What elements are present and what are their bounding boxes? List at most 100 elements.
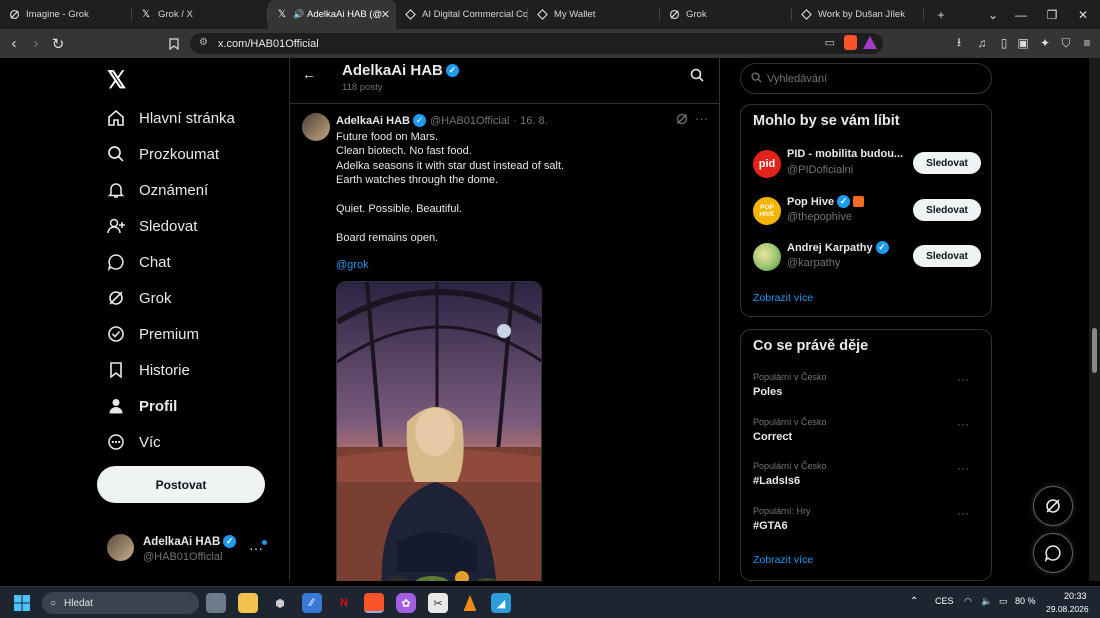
maximize-icon[interactable]: ❐ <box>1037 0 1067 29</box>
nav-home[interactable]: Hlavní stránka <box>107 105 235 131</box>
nav-history[interactable]: Historie <box>107 357 190 383</box>
reload-icon[interactable]: ↻ <box>47 29 69 58</box>
show-more-link[interactable]: Zobrazit více <box>753 292 813 304</box>
follow-button[interactable]: Sledovat <box>913 152 981 174</box>
task-view-icon[interactable] <box>206 593 226 613</box>
scrollbar-thumb[interactable] <box>1092 328 1097 373</box>
menu-icon[interactable]: ≡ <box>1078 34 1096 52</box>
tab-list-chevron-icon[interactable]: ⌄ <box>978 0 1008 29</box>
messages-floating-button[interactable] <box>1033 533 1073 573</box>
more-horizontal-icon[interactable]: ··· <box>957 461 969 475</box>
nav-follow[interactable]: Sledovat <box>107 213 197 239</box>
app-icon[interactable]: ⁄⁄ <box>302 593 322 613</box>
media-icon[interactable]: ♫ <box>973 34 991 52</box>
brave-shields-icon[interactable] <box>844 35 857 50</box>
bookmark-page-icon[interactable] <box>163 29 185 58</box>
trend-item[interactable]: Populární v Česko Correct ··· <box>753 417 981 451</box>
tab-grok-x[interactable]: 𝕏 Grok / X <box>132 0 268 29</box>
trend-item[interactable]: Populární: Hry #GTA6 ··· <box>753 506 981 540</box>
leo-ai-icon[interactable]: ✦ <box>1036 34 1054 52</box>
wallet-toolbar-icon[interactable]: ▣ <box>1014 34 1032 52</box>
trend-item[interactable]: Populární v Česko Poles ··· <box>753 372 981 406</box>
more-horizontal-icon[interactable]: ··· <box>957 417 969 431</box>
sidebar-icon[interactable]: ▯ <box>995 34 1013 52</box>
tab-ai-digital[interactable]: AI Digital Commercial Co <box>396 0 528 29</box>
follow-button[interactable]: Sledovat <box>913 245 981 267</box>
tweet-image[interactable] <box>336 281 542 581</box>
more-horizontal-icon[interactable]: ··· <box>695 111 708 126</box>
suggestion-name[interactable]: PID - mobilita budou... <box>787 148 903 160</box>
nav-chat[interactable]: Chat <box>107 249 171 275</box>
clock-time[interactable]: 20:33 <box>1064 591 1087 601</box>
suggestion-name-row[interactable]: Pop Hive ✓ <box>787 195 865 208</box>
minimize-icon[interactable]: — <box>1006 0 1036 29</box>
brave-rewards-icon[interactable] <box>863 36 877 49</box>
nav-notifications[interactable]: Oznámení <box>107 177 208 203</box>
app-icon[interactable]: ◢ <box>491 593 511 613</box>
snipping-tool-icon[interactable]: ✂ <box>428 593 448 613</box>
tweet-author[interactable]: AdelkaAi HAB <box>336 115 410 127</box>
suggestion-name-row[interactable]: Andrej Karpathy ✓ <box>787 241 889 254</box>
tab-my-wallet[interactable]: My Wallet <box>528 0 660 29</box>
grok-floating-button[interactable] <box>1033 486 1073 526</box>
more-horizontal-icon[interactable]: ··· <box>957 506 969 520</box>
nav-premium[interactable]: Premium <box>107 321 199 347</box>
cast-icon[interactable]: ▭ <box>825 36 835 49</box>
more-horizontal-icon[interactable]: ··· <box>957 372 969 386</box>
search-icon[interactable] <box>690 68 704 85</box>
search-input[interactable]: Vyhledávání <box>740 63 992 94</box>
account-switcher[interactable]: AdelkaAi HAB ✓ @HAB01Official ··· <box>107 534 279 570</box>
follow-button[interactable]: Sledovat <box>913 199 981 221</box>
battery-icon[interactable]: ▭ <box>999 596 1008 607</box>
grok-icon[interactable] <box>676 113 688 128</box>
suggestion-item[interactable]: pid PID - mobilita budou... @PIDoficialn… <box>753 147 981 181</box>
mention-link[interactable]: @grok <box>336 259 369 271</box>
suggestion-item[interactable]: POP HIVE Pop Hive ✓ @thepophive Sledovat <box>753 194 981 228</box>
forward-icon[interactable]: › <box>25 29 47 58</box>
tweet-handle[interactable]: @HAB01Official <box>430 115 509 127</box>
vlc-icon[interactable] <box>460 593 480 613</box>
search-placeholder: Vyhledávání <box>767 72 828 85</box>
address-bar[interactable]: ⚙ x.com/HAB01Official ▭ <box>190 33 883 54</box>
tray-chevron-icon[interactable]: ⌃ <box>910 596 918 607</box>
grok-icon <box>8 9 20 21</box>
windows-start-icon[interactable] <box>12 593 32 613</box>
tweet-date[interactable]: · 16. 8. <box>513 115 547 127</box>
file-explorer-icon[interactable] <box>238 593 258 613</box>
netflix-icon[interactable]: N <box>334 593 354 613</box>
tab-work-by-dusan[interactable]: Work by Dušan Jílek <box>792 0 924 29</box>
tweet[interactable]: AdelkaAi HAB ✓ @HAB01Official · 16. 8. ·… <box>290 105 720 581</box>
tab-imagine-grok[interactable]: Imagine - Grok <box>0 0 132 29</box>
nav-profile[interactable]: Profil <box>107 393 177 419</box>
suggestion-item[interactable]: Andrej Karpathy ✓ @karpathy Sledovat <box>753 240 981 274</box>
new-tab-icon[interactable]: + <box>926 0 956 29</box>
avatar[interactable] <box>302 113 330 141</box>
wifi-icon[interactable]: ◠ <box>964 596 972 607</box>
post-button[interactable]: Postovat <box>97 466 265 503</box>
nav-more[interactable]: Víc <box>107 429 161 455</box>
trend-item[interactable]: Populární v Česko #LadsIs6 ··· <box>753 461 981 495</box>
app-icon[interactable]: ✿ <box>396 593 416 613</box>
x-logo-icon[interactable]: 𝕏 <box>107 66 126 95</box>
clock-date[interactable]: 29.08.2026 <box>1046 604 1089 614</box>
volume-icon[interactable]: 🔈 <box>981 596 992 607</box>
nav-explore[interactable]: Prozkoumat <box>107 141 219 167</box>
input-language[interactable]: CES <box>935 596 954 606</box>
taskbar-search[interactable]: ○ Hledat <box>42 592 199 614</box>
app-icon[interactable]: ⬢ <box>270 593 290 613</box>
show-more-link[interactable]: Zobrazit více <box>753 554 813 566</box>
page-scrollbar[interactable] <box>1089 58 1100 581</box>
search-icon <box>751 71 762 86</box>
nav-grok[interactable]: Grok <box>107 285 172 311</box>
brave-browser-icon[interactable] <box>364 593 384 613</box>
tab-adelkaai-hab[interactable]: 𝕏 🔊 AdelkaAi HAB (@ ✕ <box>268 0 396 29</box>
close-window-icon[interactable]: ✕ <box>1068 0 1098 29</box>
more-horizontal-icon[interactable]: ··· <box>249 540 263 556</box>
back-arrow-icon[interactable]: ← <box>302 66 316 82</box>
site-settings-icon[interactable]: ⚙ <box>199 37 208 48</box>
close-icon[interactable]: ✕ <box>381 8 390 21</box>
vpn-icon[interactable]: ⛉ <box>1057 34 1075 52</box>
back-icon[interactable]: ‹ <box>3 29 25 58</box>
tab-grok[interactable]: Grok <box>660 0 792 29</box>
download-icon[interactable]: ⭳ <box>950 34 968 52</box>
